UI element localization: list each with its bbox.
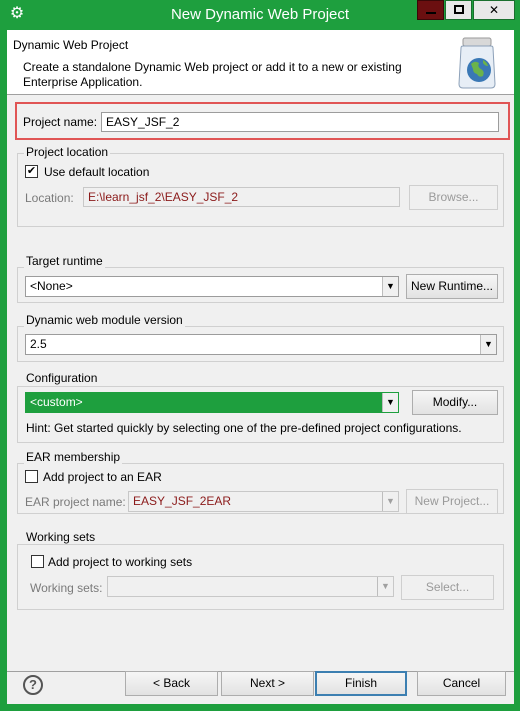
- configuration-hint: Hint: Get started quickly by selecting o…: [26, 421, 462, 435]
- add-to-ear-checkbox[interactable]: [25, 470, 38, 483]
- minimize-icon: [426, 12, 436, 14]
- add-to-ear-label: Add project to an EAR: [43, 470, 162, 484]
- maximize-button[interactable]: [445, 0, 472, 20]
- wizard-header: Dynamic Web Project Create a standalone …: [7, 30, 514, 95]
- modify-button[interactable]: Modify...: [412, 390, 498, 415]
- chevron-down-icon[interactable]: ▼: [382, 277, 398, 296]
- chevron-down-icon[interactable]: ▼: [480, 335, 496, 354]
- cancel-button[interactable]: Cancel: [417, 671, 506, 696]
- select-working-sets-button[interactable]: Select...: [401, 575, 494, 600]
- browse-button[interactable]: Browse...: [409, 185, 498, 210]
- module-version-title: Dynamic web module version: [24, 313, 185, 327]
- working-sets-select[interactable]: ▼: [107, 576, 394, 597]
- add-to-working-sets-label: Add project to working sets: [48, 555, 193, 569]
- project-name-label: Project name:: [23, 115, 98, 129]
- use-default-location-label: Use default location: [44, 165, 150, 179]
- new-runtime-button[interactable]: New Runtime...: [406, 274, 498, 299]
- module-version-select[interactable]: 2.5 ▼: [25, 334, 497, 355]
- ear-project-name-label: EAR project name:: [25, 495, 126, 509]
- use-default-location-checkbox[interactable]: ✔: [25, 165, 38, 178]
- checkmark-icon: ✔: [26, 165, 37, 177]
- location-label: Location:: [25, 191, 74, 205]
- configuration-value: <custom>: [30, 395, 83, 409]
- finish-button[interactable]: Finish: [315, 671, 407, 696]
- module-version-value: 2.5: [30, 337, 47, 351]
- dialog-client-area: Dynamic Web Project Create a standalone …: [7, 30, 514, 704]
- location-input[interactable]: E:\learn_jsf_2\EASY_JSF_2: [83, 187, 400, 207]
- help-icon[interactable]: ?: [23, 675, 43, 695]
- close-button[interactable]: ✕: [473, 0, 515, 20]
- wizard-content: Project name: EASY_JSF_2 Project locatio…: [7, 96, 514, 671]
- maximize-icon: [454, 5, 464, 14]
- target-runtime-value: <None>: [30, 279, 73, 293]
- add-to-working-sets-checkbox[interactable]: [31, 555, 44, 568]
- wizard-page-description: Create a standalone Dynamic Web project …: [23, 60, 402, 89]
- chevron-down-icon[interactable]: ▼: [377, 577, 393, 596]
- new-ear-project-button[interactable]: New Project...: [406, 489, 498, 514]
- chevron-down-icon[interactable]: ▼: [382, 393, 398, 412]
- target-runtime-select[interactable]: <None> ▼: [25, 276, 399, 297]
- chevron-down-icon[interactable]: ▼: [382, 492, 398, 511]
- ear-project-name-select[interactable]: EASY_JSF_2EAR ▼: [128, 491, 399, 512]
- ear-project-name-value: EASY_JSF_2EAR: [133, 494, 232, 508]
- close-icon: ✕: [488, 3, 500, 17]
- next-button[interactable]: Next >: [221, 671, 314, 696]
- working-sets-label: Working sets:: [30, 581, 103, 595]
- wizard-page-title: Dynamic Web Project: [13, 38, 129, 52]
- jar-globe-icon: [458, 37, 496, 89]
- configuration-select[interactable]: <custom> ▼: [25, 392, 399, 413]
- back-button[interactable]: < Back: [125, 671, 218, 696]
- project-location-title: Project location: [24, 145, 111, 159]
- project-name-input[interactable]: EASY_JSF_2: [101, 112, 499, 132]
- configuration-title: Configuration: [24, 371, 100, 385]
- working-sets-title: Working sets: [24, 530, 98, 544]
- title-bar[interactable]: ⚙ New Dynamic Web Project ✕: [0, 0, 520, 30]
- target-runtime-title: Target runtime: [24, 254, 105, 268]
- minimize-button[interactable]: [417, 0, 444, 20]
- ear-membership-title: EAR membership: [24, 450, 123, 464]
